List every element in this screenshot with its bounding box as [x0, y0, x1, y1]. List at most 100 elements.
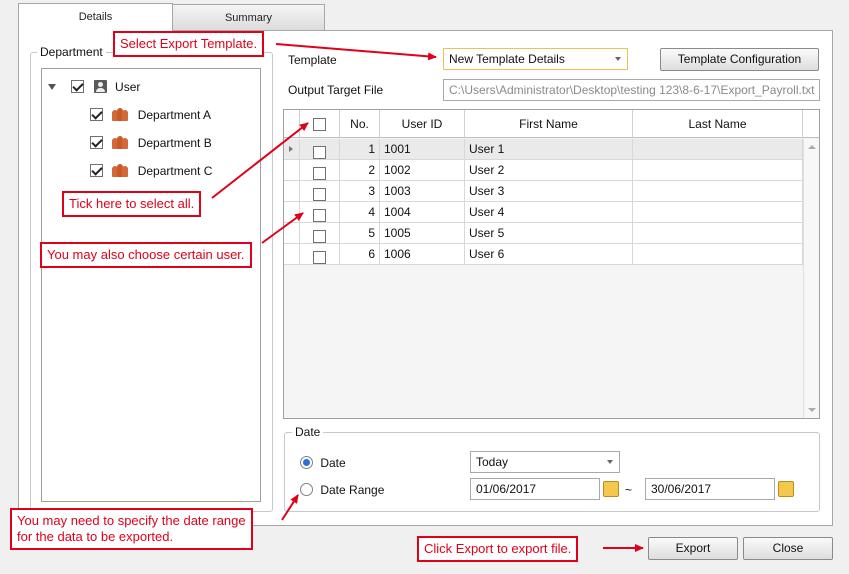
- row-indicator-icon: [284, 139, 300, 159]
- cell-first-name: User 1: [465, 139, 633, 159]
- table-row[interactable]: 5 1005 User 5: [284, 223, 803, 244]
- cell-user-id: 1001: [380, 139, 465, 159]
- template-select[interactable]: New Template Details: [443, 48, 628, 70]
- cell-last-name: [633, 139, 803, 159]
- callout-select-template: Select Export Template.: [113, 31, 265, 57]
- cell-first-name: User 2: [465, 160, 633, 180]
- cell-user-id: 1002: [380, 160, 465, 180]
- select-all-checkbox[interactable]: [313, 118, 326, 132]
- cell-last-name: [633, 181, 803, 201]
- tree-root-user[interactable]: User: [48, 77, 140, 95]
- callout-date-range-line1: You may need to specify the date range: [17, 513, 246, 528]
- row-checkbox-cell[interactable]: [300, 202, 340, 223]
- tree-item-department-c[interactable]: Department C: [90, 161, 212, 179]
- date-selected-value: Today: [476, 455, 509, 469]
- date-radio-label: Date: [320, 455, 346, 470]
- row-indicator: [284, 223, 300, 243]
- select-all-header: [300, 110, 340, 138]
- department-a-label: Department A: [137, 107, 212, 122]
- row-checkbox[interactable]: [313, 230, 326, 244]
- date-select[interactable]: Today: [470, 451, 620, 473]
- table-row[interactable]: 1 1001 User 1: [284, 139, 803, 160]
- date-group-title: Date: [292, 425, 324, 439]
- collapse-triangle-icon[interactable]: [48, 83, 56, 90]
- row-checkbox-cell[interactable]: [300, 223, 340, 244]
- tab-details[interactable]: Details: [18, 3, 173, 31]
- cell-first-name: User 6: [465, 244, 633, 264]
- cell-user-id: 1003: [380, 181, 465, 201]
- scroll-down-icon[interactable]: [808, 408, 816, 412]
- scroll-up-icon[interactable]: [808, 145, 816, 149]
- column-header-user-id[interactable]: User ID: [380, 110, 465, 138]
- cell-last-name: [633, 244, 803, 264]
- cell-last-name: [633, 160, 803, 180]
- table-row[interactable]: 2 1002 User 2: [284, 160, 803, 181]
- row-checkbox-cell[interactable]: [300, 160, 340, 181]
- close-button[interactable]: Close: [743, 537, 833, 560]
- date-range-radio-label: Date Range: [320, 482, 385, 497]
- table-row[interactable]: 3 1003 User 3: [284, 181, 803, 202]
- department-icon: [112, 164, 129, 178]
- row-checkbox[interactable]: [313, 188, 326, 202]
- row-checkbox[interactable]: [313, 146, 326, 160]
- column-header-no[interactable]: No.: [340, 110, 380, 138]
- cell-no: 2: [340, 160, 380, 180]
- row-checkbox[interactable]: [313, 209, 326, 223]
- callout-choose-user: You may also choose certain user.: [40, 242, 252, 268]
- cell-user-id: 1004: [380, 202, 465, 222]
- cell-first-name: User 4: [465, 202, 633, 222]
- template-label: Template: [288, 53, 337, 67]
- cell-user-id: 1005: [380, 223, 465, 243]
- department-b-checkbox[interactable]: [90, 136, 103, 150]
- header-filler: [803, 110, 819, 138]
- callout-date-range: You may need to specify the date range f…: [10, 508, 253, 550]
- date-radio[interactable]: [300, 456, 313, 470]
- date-radio-option[interactable]: Date: [300, 455, 346, 470]
- cell-user-id: 1006: [380, 244, 465, 264]
- user-root-checkbox[interactable]: [71, 80, 85, 94]
- department-b-label: Department B: [137, 135, 212, 150]
- calendar-icon[interactable]: [603, 481, 619, 497]
- tree-item-department-b[interactable]: Department B: [90, 133, 212, 151]
- cell-no: 5: [340, 223, 380, 243]
- date-range-radio[interactable]: [300, 483, 313, 497]
- cell-last-name: [633, 202, 803, 222]
- tab-summary[interactable]: Summary: [172, 4, 325, 30]
- date-from-field[interactable]: 01/06/2017: [470, 478, 600, 500]
- callout-export: Click Export to export file.: [417, 536, 579, 562]
- calendar-icon[interactable]: [778, 481, 794, 497]
- row-checkbox[interactable]: [313, 167, 326, 181]
- row-indicator: [284, 244, 300, 264]
- cell-no: 1: [340, 139, 380, 159]
- row-checkbox-cell[interactable]: [300, 139, 340, 160]
- table-row[interactable]: 4 1004 User 4: [284, 202, 803, 223]
- row-checkbox-cell[interactable]: [300, 244, 340, 265]
- template-configuration-button[interactable]: Template Configuration: [660, 48, 819, 71]
- cell-no: 3: [340, 181, 380, 201]
- cell-first-name: User 5: [465, 223, 633, 243]
- row-checkbox[interactable]: [313, 251, 326, 265]
- tree-root-label: User: [115, 79, 141, 94]
- chevron-down-icon: [615, 57, 621, 61]
- cell-first-name: User 3: [465, 181, 633, 201]
- date-range-radio-option[interactable]: Date Range: [300, 482, 384, 497]
- date-to-field[interactable]: 30/06/2017: [645, 478, 775, 500]
- export-button[interactable]: Export: [648, 537, 738, 560]
- tree-item-department-a[interactable]: Department A: [90, 105, 211, 123]
- row-checkbox-cell[interactable]: [300, 181, 340, 202]
- user-grid: No. User ID First Name Last Name 1 1001 …: [283, 109, 820, 419]
- output-target-field[interactable]: C:\Users\Administrator\Desktop\testing 1…: [443, 79, 820, 101]
- user-group-icon: [93, 80, 107, 94]
- cell-last-name: [633, 223, 803, 243]
- callout-tick-all: Tick here to select all.: [62, 191, 202, 217]
- column-header-last-name[interactable]: Last Name: [633, 110, 803, 138]
- table-row[interactable]: 6 1006 User 6: [284, 244, 803, 265]
- department-a-checkbox[interactable]: [90, 108, 103, 122]
- vertical-scrollbar[interactable]: [803, 139, 819, 418]
- callout-date-range-line2: for the data to be exported.: [17, 529, 174, 544]
- department-title: Department: [37, 45, 106, 59]
- department-c-checkbox[interactable]: [90, 164, 103, 178]
- column-header-first-name[interactable]: First Name: [465, 110, 633, 138]
- cell-no: 4: [340, 202, 380, 222]
- row-header-column: [284, 110, 300, 138]
